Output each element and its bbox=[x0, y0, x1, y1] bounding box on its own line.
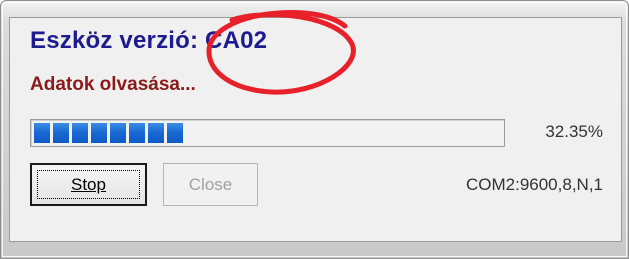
close-button-label: Close bbox=[189, 175, 232, 195]
stage: Eszköz verzió: CA02 Adatok olvasása... 3… bbox=[0, 0, 629, 259]
stop-button[interactable]: Stop bbox=[30, 163, 147, 206]
progress-segment bbox=[34, 123, 50, 143]
progress-fill bbox=[34, 123, 183, 143]
stop-button-label: Stop bbox=[71, 175, 106, 195]
progress-segment bbox=[110, 123, 126, 143]
progress-segment bbox=[91, 123, 107, 143]
progress-percent: 32.35% bbox=[510, 122, 603, 142]
device-version-label: Eszköz verzió: CA02 bbox=[30, 27, 267, 55]
progress-segment bbox=[129, 123, 145, 143]
close-button[interactable]: Close bbox=[163, 163, 258, 206]
status-text: Adatok olvasása... bbox=[30, 74, 196, 96]
progress-segment bbox=[72, 123, 88, 143]
progress-segment bbox=[53, 123, 69, 143]
port-info: COM2:9600,8,N,1 bbox=[360, 175, 603, 195]
progress-segment bbox=[167, 123, 183, 143]
progress-segment bbox=[148, 123, 164, 143]
progress-bar bbox=[30, 119, 505, 147]
